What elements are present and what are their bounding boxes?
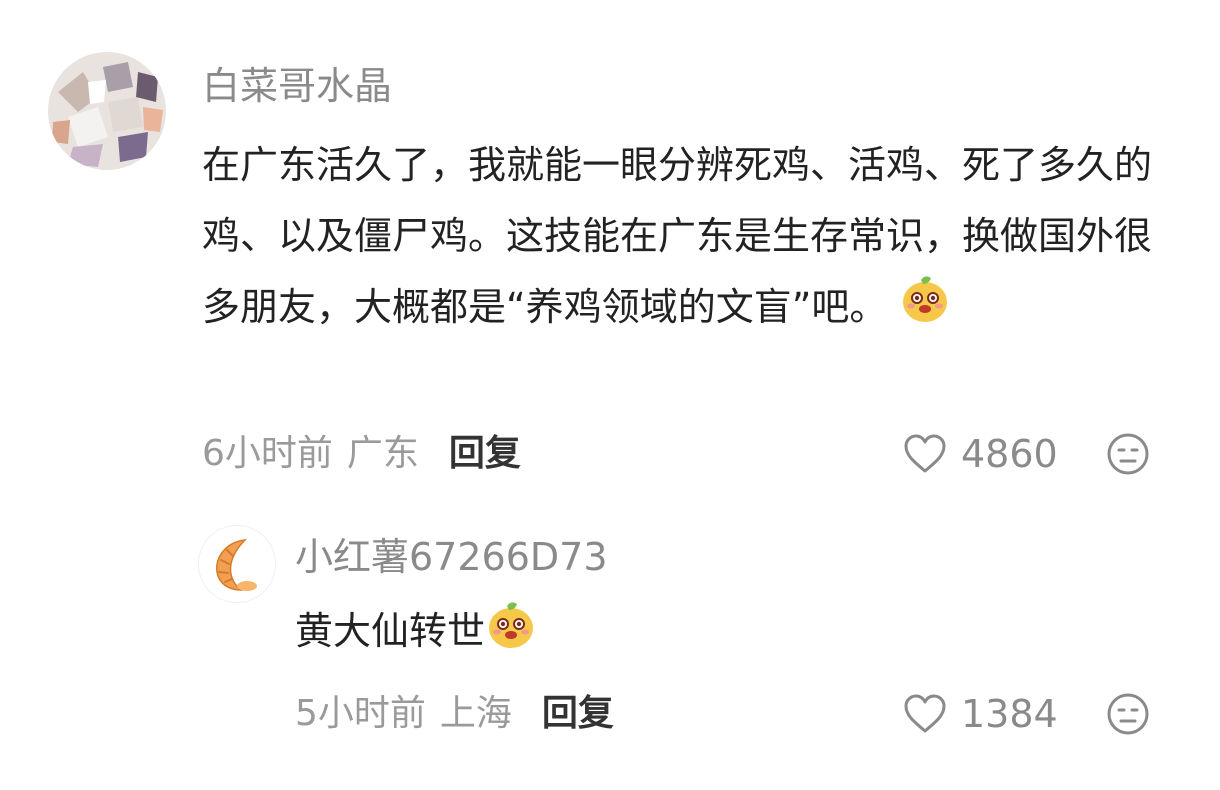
- comment-2-username[interactable]: 小红薯67266D73: [295, 533, 608, 581]
- neutral-face-icon: [1106, 433, 1150, 480]
- comment-2-like-button[interactable]: 1384: [903, 690, 1058, 738]
- comment-2-text: 黄大仙转世: [295, 598, 1145, 669]
- comment-2-dislike-button[interactable]: [1106, 692, 1150, 740]
- comment-2-like-count: 1384: [961, 692, 1058, 736]
- comment-1-avatar[interactable]: [48, 52, 166, 170]
- comment-2-reply-button[interactable]: 回复: [542, 690, 614, 738]
- comment-1-text-body: 在广东活久了，我就能一眼分辨死鸡、活鸡、死了多久的鸡、以及僵尸鸡。这技能在广东是…: [202, 143, 1153, 329]
- comment-2-location: 上海: [439, 693, 512, 734]
- comment-1-like-button[interactable]: 4860: [903, 430, 1058, 478]
- comment-1-dislike-button[interactable]: [1106, 432, 1150, 480]
- comment-1-like-count: 4860: [961, 432, 1058, 476]
- mascot-emoji-icon: [485, 598, 537, 669]
- comment-1-username[interactable]: 白菜哥水晶: [202, 62, 392, 110]
- mascot-emoji-icon: [899, 272, 951, 347]
- comment-2-avatar[interactable]: [198, 525, 276, 603]
- comment-2-meta: 5小时前 上海 回复: [295, 690, 614, 738]
- heart-icon: [903, 694, 947, 734]
- comment-1-time: 6小时前: [202, 433, 333, 474]
- comment-2-time: 5小时前: [295, 693, 426, 734]
- comment-1-text: 在广东活久了，我就能一眼分辨死鸡、活鸡、死了多久的鸡、以及僵尸鸡。这技能在广东是…: [202, 130, 1152, 347]
- comment-1-location: 广东: [346, 433, 419, 474]
- heart-icon: [903, 434, 947, 474]
- comment-1-reply-button[interactable]: 回复: [449, 430, 521, 478]
- neutral-face-icon: [1106, 693, 1150, 740]
- comment-2-text-body: 黄大仙转世: [295, 609, 486, 653]
- comment-1-meta: 6小时前 广东 回复: [202, 430, 521, 478]
